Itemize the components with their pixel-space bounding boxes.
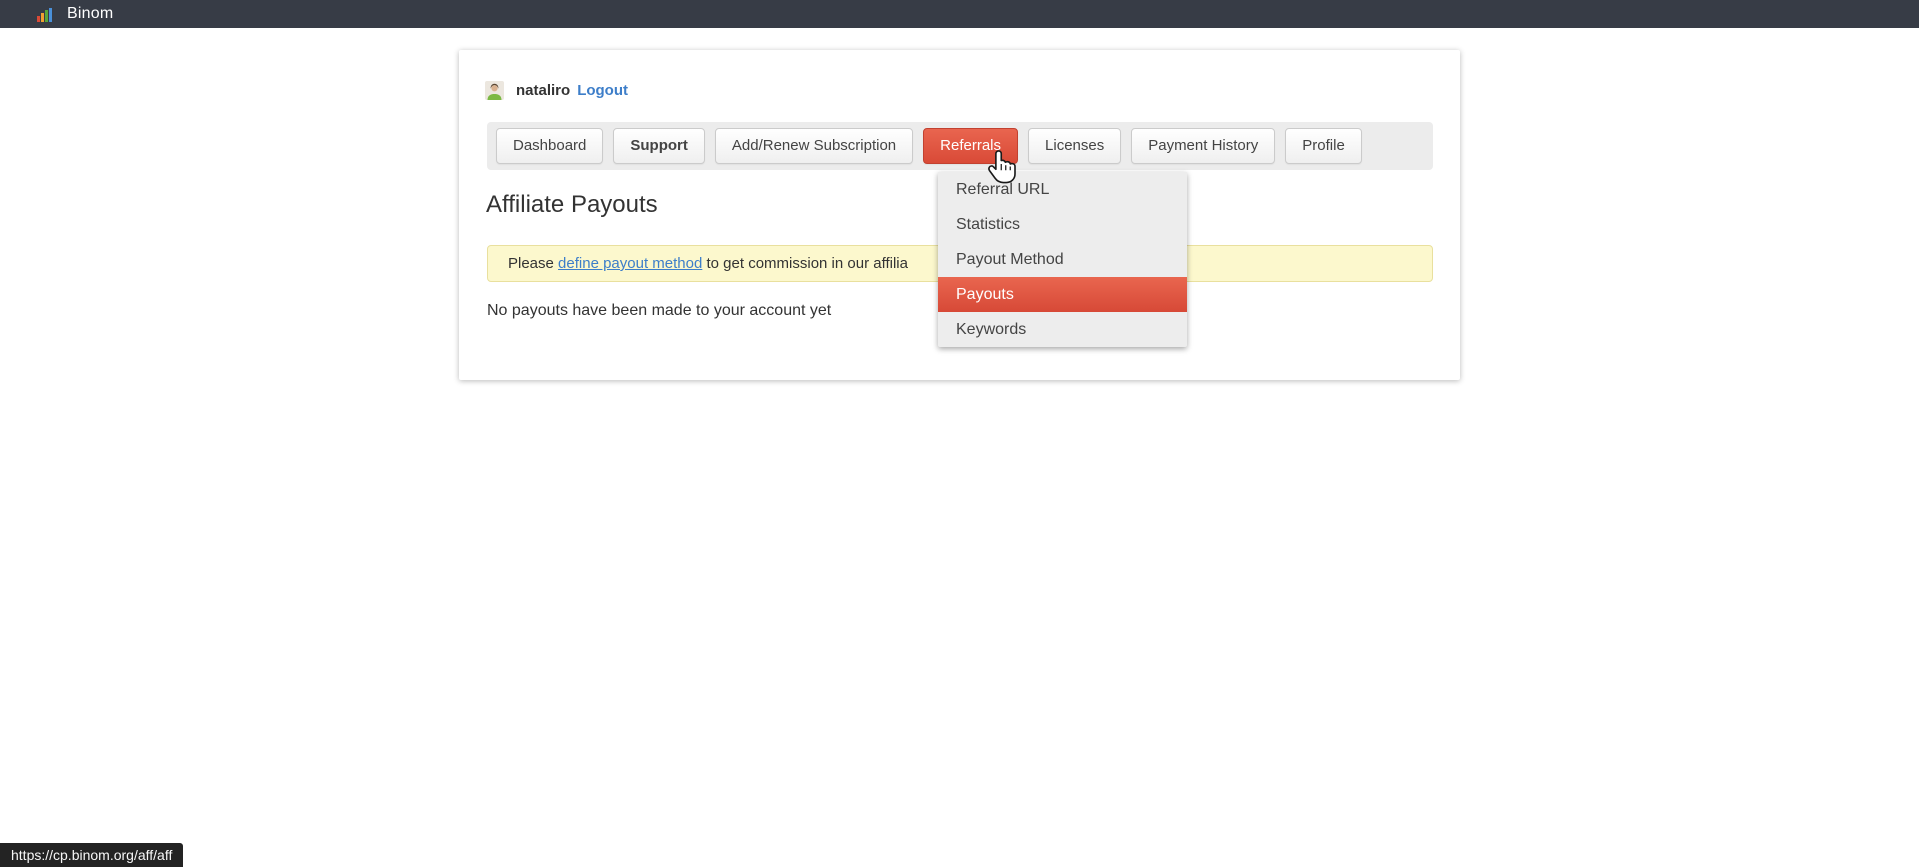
page-title: Affiliate Payouts [486, 191, 658, 219]
nav-tab-add-renew-subscription[interactable]: Add/Renew Subscription [715, 128, 913, 164]
referrals-dropdown-menu: Referral URL Statistics Payout Method Pa… [938, 172, 1187, 347]
nav-tab-dashboard[interactable]: Dashboard [496, 128, 603, 164]
nav-tab-licenses[interactable]: Licenses [1028, 128, 1121, 164]
menu-item-statistics[interactable]: Statistics [938, 207, 1187, 242]
define-payout-method-link[interactable]: define payout method [558, 255, 702, 272]
brand-title[interactable]: Binom [67, 5, 113, 23]
menu-item-referral-url[interactable]: Referral URL [938, 172, 1187, 207]
logout-link[interactable]: Logout [577, 82, 628, 99]
bar-chart-icon [37, 7, 54, 22]
nav-tab-profile[interactable]: Profile [1285, 128, 1362, 164]
nav-tab-payment-history[interactable]: Payment History [1131, 128, 1275, 164]
user-row: nataliro Logout [485, 80, 628, 100]
menu-item-keywords[interactable]: Keywords [938, 312, 1187, 347]
nav-bar: Dashboard Support Add/Renew Subscription… [487, 122, 1433, 170]
notice-text-prefix: Please [508, 255, 558, 272]
menu-item-payout-method[interactable]: Payout Method [938, 242, 1187, 277]
nav-tab-referrals[interactable]: Referrals [923, 128, 1018, 164]
empty-message: No payouts have been made to your accoun… [487, 302, 831, 320]
user-avatar [485, 81, 504, 100]
status-url-tooltip: https://cp.binom.org/aff/aff [0, 843, 183, 867]
menu-item-payouts[interactable]: Payouts [938, 277, 1187, 312]
topbar: Binom [0, 0, 1919, 28]
username: nataliro [516, 82, 570, 99]
nav-tab-support[interactable]: Support [613, 128, 705, 164]
notice-text-suffix: to get commission in our affilia [702, 255, 908, 272]
